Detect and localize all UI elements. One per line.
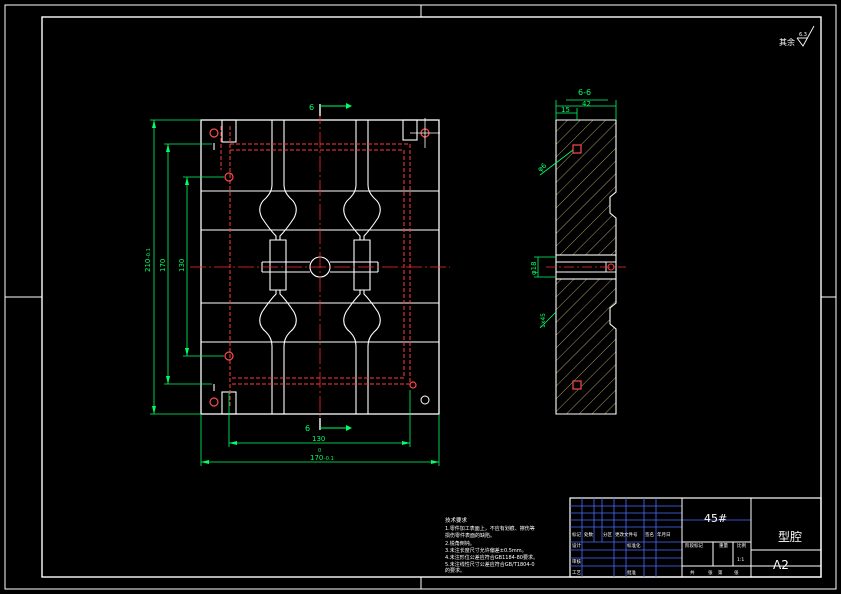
dim-overall-width: 170 bbox=[310, 454, 323, 462]
bolt-holes bbox=[209, 128, 430, 407]
label-change-doc: 更改文件号 bbox=[615, 531, 638, 538]
dim-bore-dia: φ18 bbox=[530, 261, 538, 275]
label-zone: 分区 bbox=[603, 531, 612, 538]
label-design: 设计 bbox=[572, 542, 581, 549]
scale-value: 1:1 bbox=[737, 557, 744, 563]
label-mark: 标记 bbox=[572, 531, 581, 538]
roughness-other-label: 其余 bbox=[779, 37, 795, 47]
label-stage-mark: 阶段标记 bbox=[685, 542, 703, 549]
label-approve: 批准 bbox=[627, 569, 636, 576]
technical-notes: 技术要求 1.零件加工表面上，不应有划痕、擦伤等 损伤零件表面的缺陷。 2.锐角… bbox=[445, 516, 538, 574]
notes-line-1: 1.零件加工表面上，不应有划痕、擦伤等 bbox=[445, 525, 535, 532]
cad-drawing-canvas: 6 6 210 -0.1 170 130 130 0 170 -0.1 6-6 … bbox=[4, 4, 837, 590]
title-block: 45# 型腔 A2 1:1 标记 处数 分区 更改文件号 签名 年月日 设计 标… bbox=[569, 497, 822, 578]
label-standardize: 标准化 bbox=[627, 542, 641, 549]
roughness-value: 6.3 bbox=[799, 32, 807, 38]
dim-overall-height-tol: -0.1 bbox=[146, 248, 152, 258]
front-view bbox=[190, 108, 450, 426]
notes-line-4: 3.未注长度尺寸允许偏差±0.5mm。 bbox=[445, 547, 527, 554]
label-weight: 重量 bbox=[719, 542, 728, 549]
centerlines bbox=[190, 108, 450, 426]
notes-line-5: 4.未注形位公差应符合GB1184-80要求。 bbox=[445, 554, 538, 561]
label-sheet: 张 bbox=[708, 569, 713, 576]
section-title: 6-6 bbox=[578, 88, 591, 97]
label-process: 工艺 bbox=[572, 570, 581, 576]
section-mark-bottom: 6 bbox=[305, 424, 310, 433]
dim-height-130: 130 bbox=[178, 259, 186, 272]
hole-outline bbox=[420, 395, 430, 405]
sheet-size: A2 bbox=[773, 558, 789, 572]
dimension-arrows bbox=[152, 120, 439, 464]
notes-line-6: 5.未注线性尺寸公差应符合GB/T1804-0 bbox=[445, 561, 535, 568]
sheet-border bbox=[4, 4, 837, 590]
notes-line-7: 的要求。 bbox=[445, 567, 465, 574]
dim-chamfer: 1x45 bbox=[540, 313, 547, 328]
dim-overall-height: 210 bbox=[144, 259, 152, 272]
label-sign: 签名 bbox=[645, 531, 654, 538]
dim-hole-dia: φ6 bbox=[536, 161, 549, 173]
dim-offset-15: 15 bbox=[561, 106, 570, 114]
dim-height-170: 170 bbox=[159, 259, 167, 272]
material-text: 45# bbox=[704, 512, 727, 525]
label-count: 处数 bbox=[584, 531, 593, 538]
dim-overall-width-tol: -0.1 bbox=[324, 456, 334, 462]
notes-line-2: 损伤零件表面的缺陷。 bbox=[445, 532, 495, 539]
section-view bbox=[546, 119, 626, 415]
label-scale: 比例 bbox=[737, 542, 746, 549]
dim-thickness: 42 bbox=[582, 100, 591, 108]
part-name: 型腔 bbox=[778, 529, 802, 544]
section-mark-top: 6 bbox=[309, 103, 314, 112]
label-date: 年月日 bbox=[657, 531, 671, 538]
dim-width-130: 130 bbox=[312, 435, 325, 443]
notes-title: 技术要求 bbox=[445, 516, 468, 524]
label-review: 审核 bbox=[572, 558, 581, 565]
notes-line-3: 2.锐角倒钝。 bbox=[445, 540, 475, 547]
hole-crosshair bbox=[410, 118, 440, 148]
label-of: 第 bbox=[718, 569, 723, 576]
label-total: 共 bbox=[690, 569, 695, 576]
label-sheet-2: 张 bbox=[734, 569, 739, 576]
